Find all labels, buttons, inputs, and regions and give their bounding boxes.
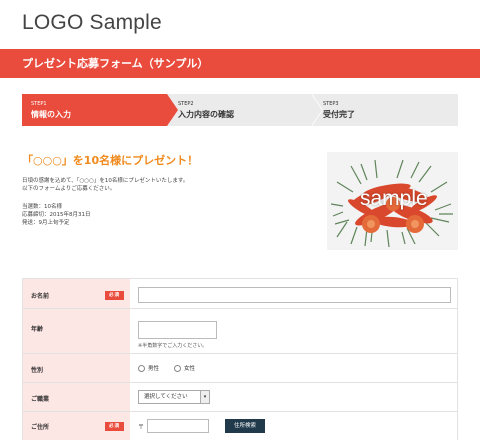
form-row-address: ご住所 必須 〒 住所検索 — [23, 412, 457, 440]
step-3-label: 受付完了 — [323, 110, 355, 119]
campaign-headline: 「○○○」を10名様にプレゼント！ — [22, 154, 199, 167]
entry-form: お名前 必須 年齢 ※半角数字でご入力ください。 性別 男性 女性 ご職業 選択… — [22, 278, 458, 440]
detail-deadline: 応募締切：2015年8月31日 — [22, 212, 91, 218]
job-label: ご職業 — [31, 396, 50, 403]
job-select-value: 選択してください — [144, 394, 188, 400]
form-label-cell: お名前 必須 — [23, 279, 130, 308]
chevron-down-icon[interactable]: ▾ — [200, 391, 209, 403]
step-2-arrow — [311, 94, 322, 126]
detail-shipping: 発送：9月上旬予定 — [22, 220, 70, 226]
address-search-button[interactable]: 住所検索 — [225, 419, 265, 433]
name-input[interactable] — [138, 287, 451, 303]
form-field-cell — [130, 279, 457, 308]
form-row-gender: 性別 男性 女性 — [23, 354, 457, 383]
form-label-cell: 年齢 — [23, 309, 130, 353]
step-indicator: STEP1 情報の入力 STEP2 入力内容の確認 STEP3 受付完了 — [22, 94, 458, 126]
address-label: ご住所 — [31, 424, 50, 431]
detail-winners: 当選数：10名様 — [22, 204, 62, 210]
campaign-details: 当選数：10名様 応募締切：2015年8月31日 発送：9月上旬予定 — [22, 203, 91, 227]
step-3: STEP3 受付完了 — [312, 94, 458, 126]
form-row-job: ご職業 選択してください ▾ — [23, 383, 457, 412]
step-1-number: STEP1 — [31, 101, 47, 107]
step-1-label: 情報の入力 — [31, 110, 71, 119]
site-logo[interactable]: LOGO Sample — [22, 11, 162, 35]
intro-line-1: 日頃の感謝を込めて、「○○○」を10名様にプレゼントいたします。 — [22, 178, 189, 184]
job-select[interactable]: 選択してください ▾ — [138, 390, 210, 404]
step-1-arrow — [167, 94, 178, 126]
form-label-cell: ご職業 — [23, 383, 130, 411]
form-row-name: お名前 必須 — [23, 279, 457, 309]
form-row-age: 年齢 ※半角数字でご入力ください。 — [23, 309, 457, 354]
step-3-number: STEP3 — [323, 101, 339, 107]
radio-circle[interactable] — [174, 364, 181, 372]
form-title-banner: プレゼント応募フォーム（サンプル） — [0, 49, 480, 78]
required-badge: 必須 — [105, 291, 124, 300]
gender-option-male: 男性 — [148, 366, 160, 372]
step-2-label: 入力内容の確認 — [178, 110, 234, 119]
postal-code-input[interactable] — [147, 419, 209, 433]
name-label: お名前 — [31, 293, 50, 300]
campaign-intro: 日頃の感謝を込めて、「○○○」を10名様にプレゼントいたします。 以下のフォーム… — [22, 177, 312, 193]
required-badge: 必須 — [105, 422, 124, 431]
postal-mark: 〒 — [138, 424, 145, 431]
radio-circle[interactable] — [138, 364, 145, 372]
gender-radio-male[interactable]: 男性 — [138, 364, 159, 372]
age-label: 年齢 — [31, 326, 44, 333]
form-field-cell: 〒 住所検索 — [130, 412, 457, 440]
prize-image: sample — [327, 152, 458, 250]
step-1: STEP1 情報の入力 — [22, 94, 167, 126]
form-label-cell: ご住所 必須 — [23, 412, 130, 440]
age-input[interactable] — [138, 321, 217, 339]
intro-line-2: 以下のフォームよりご応募ください。 — [22, 186, 116, 192]
form-label-cell: 性別 — [23, 354, 130, 382]
form-field-cell: 男性 女性 — [130, 354, 457, 382]
form-field-cell: ※半角数字でご入力ください。 — [130, 309, 457, 353]
step-2-number: STEP2 — [178, 101, 194, 107]
sample-watermark: sample — [360, 187, 428, 210]
step-2: STEP2 入力内容の確認 — [167, 94, 312, 126]
form-field-cell: 選択してください ▾ — [130, 383, 457, 411]
gender-label: 性別 — [31, 367, 44, 374]
gender-radio-female[interactable]: 女性 — [174, 364, 195, 372]
age-note: ※半角数字でご入力ください。 — [138, 343, 208, 349]
gender-option-female: 女性 — [184, 366, 196, 372]
